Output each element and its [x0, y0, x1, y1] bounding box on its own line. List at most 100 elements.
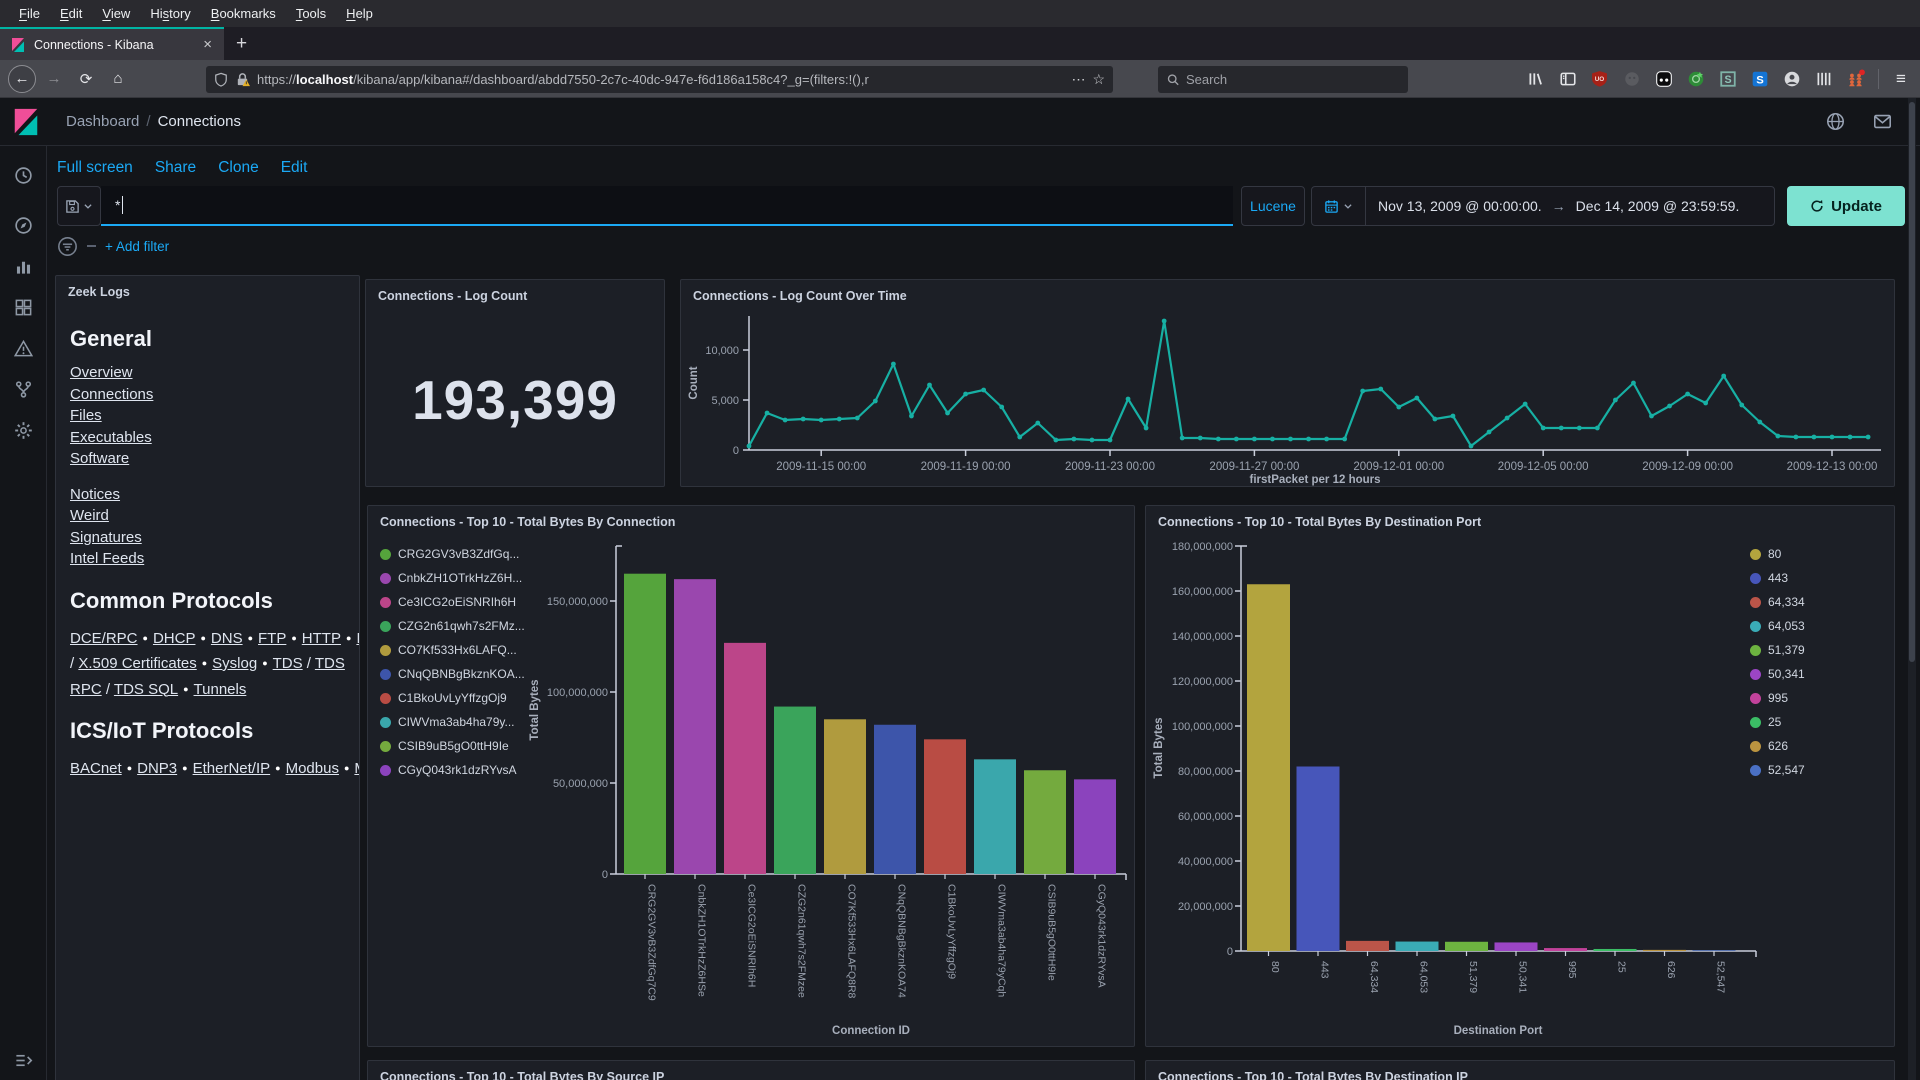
menu-tools[interactable]: Tools [287, 6, 335, 21]
menu-history[interactable]: History [141, 6, 199, 21]
zeek-link-dhcp[interactable]: DHCP [153, 630, 196, 647]
zeek-link-dce-rpc[interactable]: DCE/RPC [70, 630, 138, 647]
zeek-link-dns[interactable]: DNS [211, 630, 243, 647]
stylus-icon[interactable]: S [1718, 69, 1737, 88]
zeek-link-software[interactable]: Software [70, 450, 129, 467]
zeek-link-overview[interactable]: Overview [70, 364, 133, 381]
update-button[interactable]: Update [1787, 186, 1905, 226]
legend-color-dot [1750, 549, 1761, 560]
zeek-link-tds[interactable]: TDS [273, 655, 303, 672]
zeek-link-tunnels[interactable]: Tunnels [194, 681, 247, 698]
zeek-link-syslog[interactable]: Syslog [212, 655, 257, 672]
saved-query-button[interactable] [57, 186, 101, 226]
filter-icon[interactable] [57, 236, 78, 257]
ublock-origin-icon[interactable]: UO [1590, 69, 1609, 88]
zeek-link-connections[interactable]: Connections [70, 386, 153, 403]
legend-item[interactable]: 25 [1750, 710, 1805, 734]
alert-triangle-icon[interactable] [14, 339, 33, 358]
sidebars-icon[interactable] [1558, 69, 1577, 88]
kibana-logo[interactable] [11, 107, 41, 137]
legend-item[interactable]: 50,341 [1750, 662, 1805, 686]
date-range-picker[interactable]: Nov 13, 2009 @ 00:00:00. → Dec 14, 2009 … [1311, 186, 1775, 226]
legend-item[interactable]: 52,547 [1750, 758, 1805, 782]
bar-chart-connections[interactable]: 050,000,000100,000,000150,000,000CRG2GV3… [368, 506, 1134, 1046]
library-icon[interactable] [1526, 69, 1545, 88]
tracking-protection-shield-icon[interactable] [214, 72, 228, 87]
legend-item[interactable]: 80 [1750, 542, 1805, 566]
green-star-extension-icon[interactable] [1686, 69, 1705, 88]
action-share[interactable]: Share [155, 159, 196, 177]
zeek-link-tds-sql[interactable]: TDS SQL [114, 681, 178, 698]
account-icon[interactable] [1782, 69, 1801, 88]
tab-close-icon[interactable]: × [201, 36, 214, 53]
zeek-link-ethernet-ip[interactable]: EtherNet/IP [193, 760, 271, 777]
containers-icon[interactable] [1814, 69, 1833, 88]
visualize-bar-chart-icon[interactable] [14, 257, 33, 276]
search-input[interactable] [1186, 72, 1399, 87]
shodan-icon[interactable]: S [1750, 69, 1769, 88]
globe-help-icon[interactable] [1826, 112, 1845, 131]
bookmark-star-icon[interactable]: ☆ [1092, 71, 1105, 88]
legend-item[interactable]: 64,334 [1750, 590, 1805, 614]
action-edit[interactable]: Edit [281, 159, 308, 177]
browser-search-box[interactable] [1158, 66, 1408, 93]
zeek-link-intel-feeds[interactable]: Intel Feeds [70, 550, 144, 567]
zeek-link-mqtt[interactable]: MQTT [354, 760, 360, 777]
scrollbar[interactable] [1908, 98, 1916, 1080]
action-full-screen[interactable]: Full screen [57, 159, 133, 177]
legend-item[interactable]: 51,379 [1750, 638, 1805, 662]
line-chart[interactable]: 05,00010,0002009-11-15 00:002009-11-19 0… [681, 280, 1894, 486]
collapse-nav-icon[interactable] [14, 1051, 33, 1070]
url-bar[interactable]: https://localhost/kibana/app/kibana#/das… [206, 66, 1113, 93]
zeek-link-notices[interactable]: Notices [70, 486, 120, 503]
legend-item[interactable]: 626 [1750, 734, 1805, 758]
action-clone[interactable]: Clone [218, 159, 259, 177]
zeek-link-executables[interactable]: Executables [70, 429, 152, 446]
date-from[interactable]: Nov 13, 2009 @ 00:00:00. [1378, 198, 1542, 214]
menu-view[interactable]: View [93, 6, 139, 21]
cookie-extension-icon[interactable] [1654, 69, 1673, 88]
dashboard-grid-icon[interactable] [14, 298, 33, 317]
hamburger-menu-icon[interactable]: ≡ [1892, 69, 1910, 89]
query-input[interactable]: * [101, 186, 1233, 226]
legend-item[interactable]: 443 [1750, 566, 1805, 590]
page-actions-icon[interactable]: ⋯ [1071, 71, 1085, 88]
legend-item[interactable]: 64,053 [1750, 614, 1805, 638]
zeek-link-x-509-certificates[interactable]: X.509 Certificates [78, 655, 196, 672]
menu-file[interactable]: File [10, 6, 49, 21]
padlock-warning-icon[interactable] [235, 72, 250, 87]
zeek-link-weird[interactable]: Weird [70, 507, 109, 524]
menu-help[interactable]: Help [337, 6, 382, 21]
zeek-link-bacnet[interactable]: BACnet [70, 760, 122, 777]
legend-item[interactable]: 995 [1750, 686, 1805, 710]
forward-button[interactable]: → [40, 65, 68, 93]
scrollbar-thumb[interactable] [1909, 102, 1915, 662]
back-button[interactable]: ← [8, 65, 36, 93]
zeek-link-signatures[interactable]: Signatures [70, 529, 142, 546]
query-language-button[interactable]: Lucene [1241, 186, 1305, 226]
zeek-link-http[interactable]: HTTP [302, 630, 341, 647]
zeek-link-irc[interactable]: IRC [356, 630, 360, 647]
add-filter-link[interactable]: + Add filter [105, 239, 169, 254]
date-to[interactable]: Dec 14, 2009 @ 23:59:59. [1576, 198, 1740, 214]
people-grid-notification-icon[interactable] [1846, 69, 1865, 88]
home-button[interactable]: ⌂ [104, 65, 132, 93]
url-text[interactable]: https://localhost/kibana/app/kibana#/das… [257, 72, 1064, 87]
newsfeed-envelope-icon[interactable] [1873, 112, 1892, 131]
calendar-dropdown[interactable] [1312, 199, 1365, 214]
menu-bookmarks[interactable]: Bookmarks [202, 6, 285, 21]
breadcrumb-dashboard[interactable]: Dashboard [66, 113, 139, 130]
zeek-link-dnp3[interactable]: DNP3 [137, 760, 177, 777]
management-gear-icon[interactable] [14, 421, 33, 440]
zeek-link-files[interactable]: Files [70, 407, 102, 424]
fork-icon[interactable] [14, 380, 33, 399]
new-tab-button[interactable]: + [224, 27, 259, 60]
zeek-link-ftp[interactable]: FTP [258, 630, 286, 647]
disabled-extension-icon[interactable] [1622, 69, 1641, 88]
menu-edit[interactable]: Edit [51, 6, 91, 21]
zeek-link-modbus[interactable]: Modbus [286, 760, 339, 777]
discover-compass-icon[interactable] [14, 216, 33, 235]
reload-button[interactable]: ⟳ [72, 65, 100, 93]
tab-connections-kibana[interactable]: Connections - Kibana × [0, 27, 224, 60]
recently-viewed-clock-icon[interactable] [14, 166, 33, 185]
